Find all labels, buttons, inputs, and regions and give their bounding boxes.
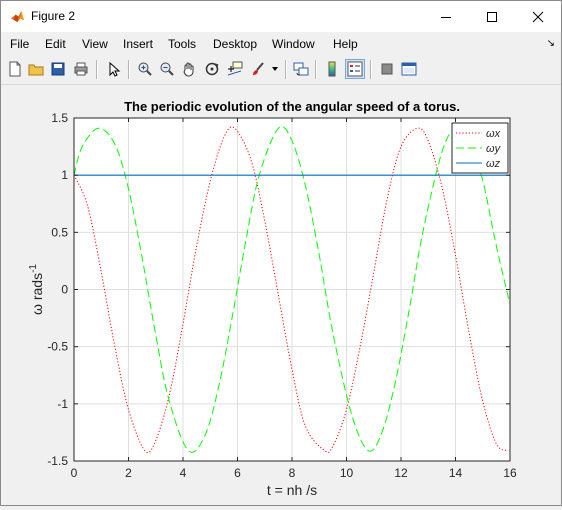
edit-plot-button[interactable] [104, 59, 124, 79]
legend-label-0: ωx [486, 128, 501, 140]
toolbar-separator [370, 60, 372, 79]
data-cursor-icon [227, 61, 243, 76]
minimize-button[interactable] [423, 1, 469, 32]
open-file-button[interactable] [26, 59, 46, 79]
toolbar-separator [285, 60, 287, 79]
show-plot-tools-button[interactable] [399, 59, 419, 79]
print-icon [74, 62, 88, 76]
brush-button[interactable] [248, 59, 268, 79]
zoom-in-button[interactable] [135, 59, 155, 79]
x-tick-label: 6 [234, 466, 241, 480]
new-figure-button[interactable] [5, 59, 25, 79]
link-plot-icon [293, 62, 309, 76]
line-chart: 0 2 4 6 8 10 12 14 16 1.5 1 0.5 0 -0.5 -1 -1.5 The perio… [28, 99, 517, 498]
new-figure-icon [9, 61, 21, 77]
colorbar-icon [328, 61, 336, 77]
close-icon [532, 11, 544, 22]
menu-view[interactable]: View [82, 37, 108, 51]
maximize-button[interactable] [469, 1, 515, 32]
menu-insert[interactable]: Insert [123, 37, 153, 51]
menu-desktop[interactable]: Desktop [213, 37, 257, 51]
rotate-3d-icon [205, 62, 219, 76]
pan-button[interactable] [179, 59, 199, 79]
x-tick-label: 0 [71, 466, 78, 480]
zoom-out-button[interactable] [157, 59, 177, 79]
rotate-3d-button[interactable] [202, 59, 222, 79]
y-tick-label: -1.5 [47, 454, 68, 468]
menu-edit[interactable]: Edit [45, 37, 66, 51]
toolbar-separator [315, 60, 317, 79]
menu-bar: File Edit View Insert Tools Desktop Wind… [1, 34, 561, 54]
figure-toolbar [1, 56, 561, 85]
edit-plot-arrow-icon [109, 61, 121, 77]
x-tick-label: 12 [394, 466, 408, 480]
open-file-icon [28, 64, 44, 76]
save-button[interactable] [48, 59, 68, 79]
matlab-logo-icon [10, 10, 25, 23]
brush-dropdown[interactable] [269, 59, 281, 79]
y-tick-label: 0.5 [51, 225, 68, 239]
hide-plot-tools-button[interactable] [377, 59, 397, 79]
menu-tools[interactable]: Tools [168, 37, 196, 51]
y-axis-label: ω rads-1 [28, 264, 45, 315]
save-icon [51, 62, 65, 76]
pan-hand-icon [183, 62, 194, 77]
x-axis-label: t = nh /s [267, 482, 317, 498]
hide-plot-tools-icon [381, 63, 393, 75]
menu-window[interactable]: Window [272, 37, 315, 51]
insert-colorbar-button[interactable] [322, 59, 342, 79]
x-tick-label: 16 [503, 466, 517, 480]
brush-icon [253, 62, 264, 75]
zoom-out-icon [160, 62, 174, 76]
legend-icon [347, 61, 363, 77]
toolbar-separator [128, 60, 130, 79]
y-tick-label: -0.5 [47, 340, 68, 354]
dock-figure-icon[interactable]: ↘ [547, 38, 555, 49]
toolbar-separator [96, 60, 98, 79]
figure-window: Figure 2 File Edit View Insert Tools Des… [0, 0, 562, 506]
close-button[interactable] [515, 1, 561, 32]
x-tick-label: 4 [180, 466, 187, 480]
x-tick-label: 10 [340, 466, 354, 480]
chevron-down-icon [272, 67, 278, 71]
x-tick-label: 8 [289, 466, 296, 480]
print-button[interactable] [71, 59, 91, 79]
window-title: Figure 2 [31, 9, 76, 23]
show-plot-tools-icon [401, 62, 417, 76]
x-tick-label: 14 [449, 466, 463, 480]
y-tick-label: 0 [61, 283, 68, 297]
chart-title: The periodic evolution of the angular sp… [124, 99, 460, 114]
title-bar[interactable]: Figure 2 [1, 1, 561, 32]
minimize-icon [441, 16, 451, 18]
insert-legend-button[interactable] [345, 59, 365, 79]
menu-help[interactable]: Help [333, 37, 358, 51]
figure-canvas: 0 2 4 6 8 10 12 14 16 1.5 1 0.5 0 -0.5 -1 -1.5 The perio… [1, 86, 561, 505]
legend-label-2: ωz [486, 158, 501, 170]
y-tick-label: -1 [57, 397, 68, 411]
x-tick-label: 2 [125, 466, 132, 480]
data-cursor-button[interactable] [225, 59, 245, 79]
link-plot-button[interactable] [291, 59, 311, 79]
menu-file[interactable]: File [10, 37, 29, 51]
y-tick-label: 1.5 [51, 111, 68, 125]
maximize-icon [487, 11, 497, 22]
legend-label-1: ωy [486, 143, 502, 155]
zoom-in-icon [138, 62, 152, 76]
y-tick-label: 1 [61, 168, 68, 182]
